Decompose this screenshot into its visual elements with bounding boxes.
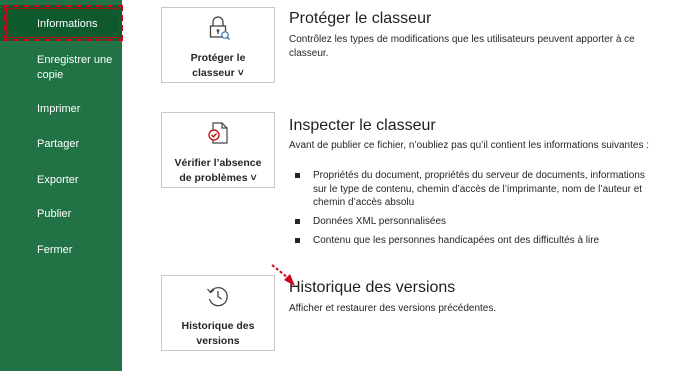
sidebar-item-print[interactable]: Imprimer xyxy=(0,102,122,117)
protect-workbook-label: Protéger le classeur ˅ xyxy=(190,52,246,79)
list-item: Propriétés du document, propriétés du se… xyxy=(291,169,651,210)
sidebar-item-close[interactable]: Fermer xyxy=(0,243,122,258)
list-item: Contenu que les personnes handicapées on… xyxy=(291,234,651,248)
inspect-title: Inspecter le classeur xyxy=(289,117,436,134)
version-history-button[interactable]: Historique des versions xyxy=(161,275,275,351)
inspect-bullet-list: Propriétés du document, propriétés du se… xyxy=(291,169,651,253)
backstage-sidebar: Informations Enregistrer une copie Impri… xyxy=(0,0,123,371)
lock-icon xyxy=(205,15,231,46)
sidebar-item-export[interactable]: Exporter xyxy=(0,173,122,188)
sidebar-item-publish[interactable]: Publier xyxy=(0,207,122,222)
versions-title: Historique des versions xyxy=(289,279,456,296)
check-issues-button[interactable]: Vérifier l’absence de problèmes ˅ xyxy=(161,112,275,188)
version-history-label: Historique des versions xyxy=(181,320,255,347)
list-item: Données XML personnalisées xyxy=(291,215,651,229)
version-history-icon xyxy=(205,283,231,314)
protect-title: Protéger le classeur xyxy=(289,10,432,27)
inspect-document-icon xyxy=(206,120,230,151)
sidebar-item-share[interactable]: Partager xyxy=(0,137,122,152)
versions-description: Afficher et restaurer des versions précé… xyxy=(289,303,497,314)
check-issues-label: Vérifier l’absence de problèmes ˅ xyxy=(174,157,262,184)
protect-description: Contrôlez les types de modifications que… xyxy=(289,34,635,59)
sidebar-item-save-copy[interactable]: Enregistrer une copie xyxy=(0,53,122,83)
inspect-description: Avant de publier ce fichier, n’oubliez p… xyxy=(289,140,650,151)
protect-workbook-button[interactable]: Protéger le classeur ˅ xyxy=(161,7,275,83)
sidebar-item-informations[interactable]: Informations xyxy=(0,5,122,41)
annotation-arrow-icon xyxy=(271,264,295,286)
info-panel: Protéger le classeur ˅ Protéger le class… xyxy=(122,0,694,371)
backstage-view: Informations Enregistrer une copie Impri… xyxy=(0,0,694,371)
